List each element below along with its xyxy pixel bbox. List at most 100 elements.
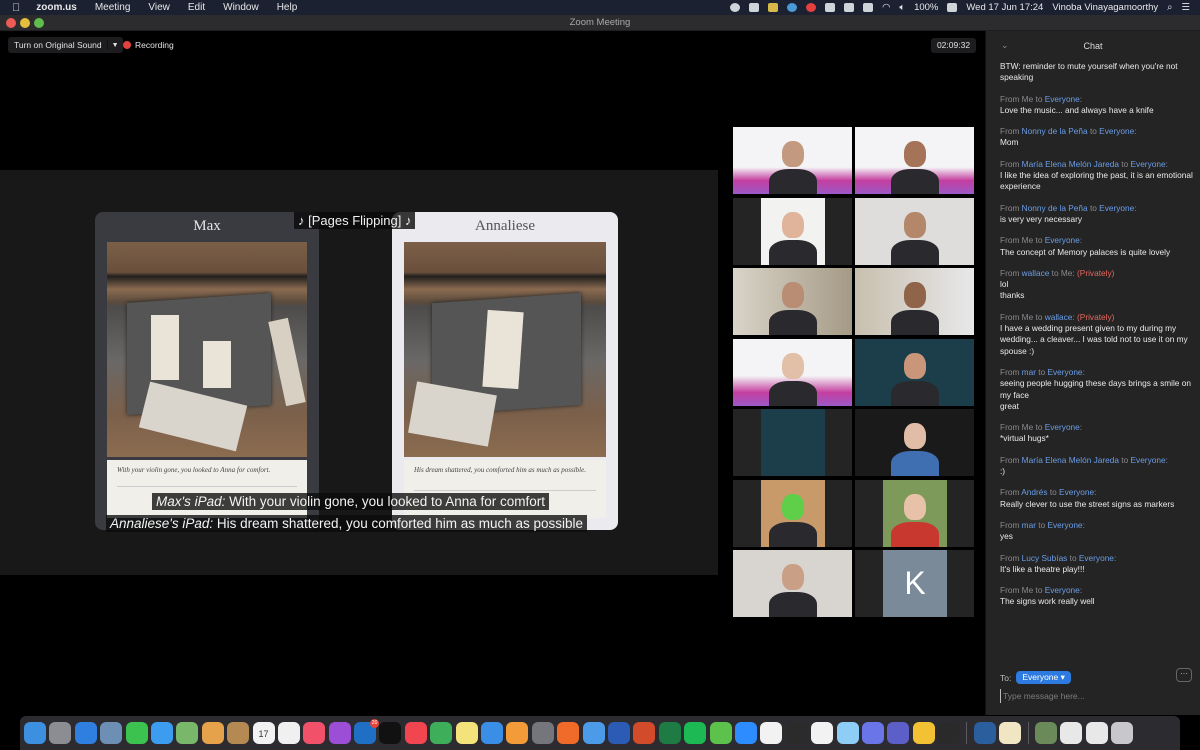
participant-video-tile[interactable] [733,127,852,194]
podcasts-icon[interactable] [328,722,351,744]
globe-app-icon[interactable] [938,722,961,744]
excel-icon[interactable] [658,722,681,744]
launchpad-icon[interactable] [49,722,72,744]
creative-cloud-icon[interactable] [785,722,808,744]
chrome-icon[interactable] [582,722,605,744]
quicktime-icon[interactable] [973,722,996,744]
news-icon[interactable] [404,722,427,744]
chevron-down-icon[interactable]: ▼ [108,42,123,49]
spotify-icon[interactable] [684,722,707,744]
photo-thumbnail-icon[interactable] [1035,722,1058,744]
participant-video-tile[interactable] [733,550,852,617]
recording-indicator[interactable]: Recording [123,40,174,50]
original-sound-button[interactable]: Turn on Original Sound ▼ [8,37,123,53]
battery-icon[interactable] [947,3,958,12]
clock[interactable]: Wed 17 Jun 17:24 [966,2,1043,13]
slack-icon[interactable] [760,722,783,744]
menu-help[interactable]: Help [277,2,298,13]
menu-view[interactable]: View [148,2,170,13]
outlook-icon[interactable]: 20 [354,719,380,744]
participant-video-tile[interactable] [733,197,852,265]
user-name[interactable]: Vinoba Vinayagamoorthy [1052,2,1158,13]
binoculars-icon[interactable] [825,3,836,12]
participant-video-tile[interactable] [855,268,974,335]
app-menu[interactable]: zoom.us [36,2,77,13]
zoom-icon[interactable] [734,722,757,744]
participant-video-tile[interactable] [855,127,974,194]
word-icon[interactable] [607,722,630,744]
participant-body [768,310,817,335]
calendar-icon[interactable]: 17 [252,722,275,744]
more-options-button[interactable]: ··· [1176,668,1192,682]
photos-icon[interactable] [201,722,224,744]
airplay-icon[interactable] [844,3,855,12]
discord-icon[interactable] [861,722,884,744]
message-recipient: Everyone [1044,422,1080,433]
recipient-select[interactable]: Everyone ▾ [1016,671,1071,684]
notification-center-icon[interactable]: ☰ [1181,2,1190,13]
participant-video-tile[interactable] [855,409,974,476]
message-text: Mom [1000,137,1019,148]
chat-message-list[interactable]: BTW: reminder to mute yourself when you'… [1000,61,1194,618]
participant-video-tile[interactable] [733,409,852,476]
facetime-icon[interactable] [125,722,148,744]
participant-video-tile[interactable] [733,268,852,335]
apple-tv-icon[interactable] [379,722,402,744]
screen-record-icon[interactable] [730,3,741,12]
spotlight-search-icon[interactable]: ⌕ [1167,2,1172,13]
original-sound-label[interactable]: Turn on Original Sound [8,40,108,50]
message-meta: From Nonny de la Peña to Everyone: [1000,126,1137,137]
participant-video-tile[interactable] [855,479,974,547]
participant-body [768,169,817,194]
participant-video-tile[interactable] [855,197,974,265]
contacts-icon[interactable] [227,722,250,744]
participant-video [761,197,825,265]
maps-icon[interactable] [176,722,199,744]
pastebot-icon[interactable] [836,722,859,744]
participant-video-tile[interactable]: K [855,550,974,617]
safari-icon[interactable] [74,722,97,744]
message-meta: From Me to Everyone: [1000,235,1083,246]
participant-video-tile[interactable] [733,479,852,547]
volume-icon[interactable]: 🔈︎ [899,2,905,13]
presentation-thumbnail-1-icon[interactable] [1060,722,1083,744]
presentation-thumbnail-2-icon[interactable] [1085,722,1108,744]
trash-icon[interactable] [1111,722,1134,744]
chat-title: Chat [1083,41,1103,51]
messages-icon[interactable] [150,722,173,744]
teams-icon[interactable] [887,722,910,744]
finder-icon[interactable] [24,722,46,744]
pages-icon[interactable] [506,722,529,744]
menu-edit[interactable]: Edit [188,2,205,13]
powerpoint-icon[interactable] [633,722,656,744]
keyboard-icon[interactable] [863,3,874,12]
miro-icon[interactable] [912,722,935,744]
message-input[interactable] [1000,689,1190,703]
numbers-icon[interactable] [430,722,453,744]
notes-icon[interactable] [455,722,478,744]
participant-video-tile[interactable] [855,338,974,406]
wifi-icon[interactable]: ◠ [882,2,890,13]
text-edit-icon[interactable] [999,722,1022,744]
message-meta: From Me to Everyone: [1000,93,1083,104]
shared-screen[interactable]: Max With your violin gone, you looked to… [0,170,718,575]
music-icon[interactable] [303,722,326,744]
preview-icon[interactable] [100,722,123,744]
reminders-icon[interactable] [277,722,300,744]
participant-body [890,169,939,194]
message-text: It's like a theatre play!!! [1000,563,1085,574]
participant-video-tile[interactable] [733,338,852,406]
chat-message: BTW: reminder to mute yourself when you'… [1000,61,1194,84]
apple-menu-icon[interactable]:  [12,2,20,14]
cloud-icon[interactable] [787,3,798,12]
record-icon[interactable] [806,3,817,12]
system-preferences-icon[interactable] [531,722,554,744]
keynote-icon[interactable] [481,722,504,744]
menu-window[interactable]: Window [223,2,259,13]
zoom-icon[interactable] [749,3,760,12]
firefox-icon[interactable] [557,722,580,744]
menu-meeting[interactable]: Meeting [95,2,131,13]
affinity-icon[interactable] [811,722,834,744]
mindnode-icon[interactable] [709,722,732,744]
shield-icon[interactable] [768,3,779,12]
